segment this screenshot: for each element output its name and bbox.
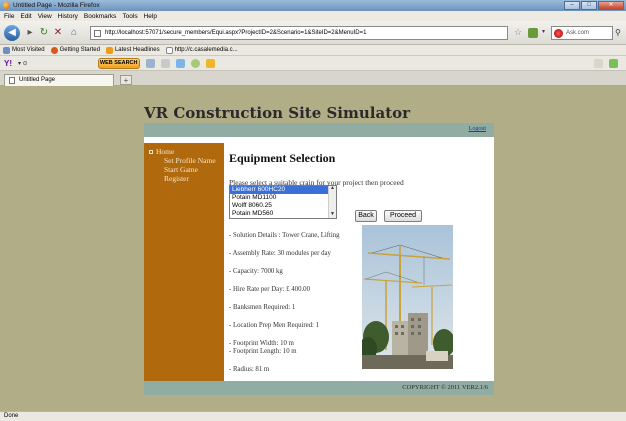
sidebar-item-start-game[interactable]: Start Game [149, 165, 219, 174]
sidebar-menu: Home Set Profile Name Start Game Registe… [144, 143, 224, 381]
page-viewport: VR Construction Site Simulator Logout Ho… [0, 86, 626, 411]
stop-icon[interactable]: ✕ [52, 27, 64, 39]
ask-search-icon [554, 29, 563, 38]
copyright-text: COPYRIGHT © 2011 VER2.1/6 [402, 384, 488, 391]
getting-started-icon [50, 46, 58, 54]
header-strip: Logout [144, 123, 494, 137]
bookmark-casalemedia[interactable]: http://c.casalemedia.c... [165, 46, 238, 54]
menu-view[interactable]: View [38, 13, 52, 20]
yahoo-logo-icon[interactable]: Y! [4, 59, 12, 68]
detail-radius: - Radius: 81 m [229, 366, 270, 373]
toolbar-green-icon[interactable] [609, 58, 618, 68]
crane-photo [362, 225, 453, 369]
crane-option[interactable]: Wolff 8060.25 [230, 202, 328, 210]
page-heading: Equipment Selection [229, 151, 336, 165]
toolbar-screen-icon[interactable] [175, 58, 185, 68]
status-bar: Done [0, 411, 626, 421]
firefox-icon [3, 2, 10, 9]
menu-tools[interactable]: Tools [122, 13, 137, 20]
reload-icon[interactable]: ↻ [38, 27, 50, 39]
scroll-down-icon[interactable]: ▼ [329, 212, 336, 218]
crane-select-list[interactable]: Liebherr 600HC20 Potain MD1100 Wolff 806… [229, 185, 337, 219]
window-titlebar: Untitled Page - Mozilla Firefox – □ ✕ [0, 0, 626, 11]
toolbar-globe-icon[interactable] [190, 58, 200, 68]
logout-link[interactable]: Logout [469, 126, 486, 132]
detail-footprint-width: - Footprint Width: 10 m [229, 340, 294, 347]
window-controls: – □ ✕ [563, 1, 624, 10]
bookmark-star-icon[interactable]: ☆ [514, 27, 522, 38]
address-bar[interactable]: http://localhost:57071/secure_members/Eq… [90, 26, 508, 40]
dropdown-arrow-icon[interactable]: ▾ [542, 28, 545, 35]
minimize-button[interactable]: – [564, 1, 580, 10]
page-icon [94, 30, 101, 37]
menu-history[interactable]: History [58, 13, 78, 20]
close-button[interactable]: ✕ [598, 1, 624, 10]
expand-box-icon [149, 149, 153, 154]
menu-bookmarks[interactable]: Bookmarks [84, 13, 117, 20]
navigation-toolbar: ◀ ▸ ↻ ✕ ⌂ http://localhost:57071/secure_… [0, 21, 626, 45]
site-icon[interactable] [528, 28, 538, 38]
sidebar-item-register[interactable]: Register [149, 174, 219, 183]
back-arrow-icon[interactable]: ◀ [4, 25, 20, 41]
menu-bar: File Edit View History Bookmarks Tools H… [0, 11, 626, 21]
page-icon [165, 46, 173, 54]
site-container: Logout Home Set Profile Name Start Game … [144, 123, 494, 410]
toolbar-mail-icon[interactable] [145, 58, 155, 68]
search-box[interactable]: Ask.com [551, 26, 613, 40]
crane-option[interactable]: Liebherr 600HC20 [230, 186, 328, 194]
bookmark-latest-headlines[interactable]: Latest Headlines [105, 46, 160, 54]
menu-edit[interactable]: Edit [20, 13, 31, 20]
bookmark-most-visited[interactable]: Most Visited [3, 46, 45, 54]
sidebar-item-home[interactable]: Home [149, 147, 219, 156]
menu-file[interactable]: File [4, 13, 14, 20]
toolbar-right-icon[interactable] [594, 58, 603, 68]
window-title: Untitled Page - Mozilla Firefox [13, 2, 100, 9]
rss-icon [105, 46, 113, 54]
sidebar-item-label: Home [156, 147, 175, 156]
toolbar-page-icon[interactable] [160, 58, 170, 68]
bookmark-label: Most Visited [12, 47, 45, 53]
yahoo-dropdown-icon[interactable]: ▾ ⊙ [18, 60, 28, 67]
maximize-button[interactable]: □ [581, 1, 597, 10]
search-magnifier-icon[interactable]: ⚲ [615, 26, 626, 40]
bookmark-label: Getting Started [59, 47, 100, 53]
bookmark-label: http://c.casalemedia.c... [174, 47, 238, 53]
home-icon[interactable]: ⌂ [68, 27, 80, 39]
proceed-button[interactable]: Proceed [384, 210, 422, 222]
web-search-button[interactable]: WEB SEARCH [97, 57, 140, 69]
detail-capacity: - Capacity: 7000 kg [229, 268, 283, 275]
new-tab-button[interactable]: + [120, 75, 132, 85]
bookmark-label: Latest Headlines [114, 47, 160, 53]
detail-assembly-rate: - Assembly Rate: 30 modules per day [229, 250, 331, 257]
footer: COPYRIGHT © 2011 VER2.1/6 [144, 381, 494, 395]
detail-hire-rate: - Hire Rate per Day: £ 400.00 [229, 286, 310, 293]
menu-help[interactable]: Help [144, 13, 157, 20]
scroll-up-icon[interactable]: ▲ [329, 186, 336, 192]
detail-prep-men: - Location Prep Men Required: 1 [229, 322, 320, 329]
back-button[interactable]: Back [355, 210, 377, 222]
toolbar-games-icon[interactable] [205, 58, 215, 68]
forward-arrow-icon[interactable]: ▸ [24, 27, 36, 39]
page-icon [9, 77, 15, 84]
crane-option[interactable]: Potain MD1100 [230, 194, 328, 202]
sidebar-item-set-profile-name[interactable]: Set Profile Name [149, 156, 219, 165]
detail-banksmen: - Banksmen Required: 1 [229, 304, 296, 311]
most-visited-icon [3, 46, 10, 54]
tab-strip: Untitled Page + [0, 71, 626, 86]
address-controls: ☆ ▾ [512, 26, 552, 40]
detail-footprint-length: - Footprint Length: 10 m [229, 348, 297, 355]
search-placeholder: Ask.com [566, 30, 590, 36]
crane-option[interactable]: Potain MD560 [230, 210, 328, 218]
main-content: Equipment Selection Please select a suit… [224, 143, 494, 381]
tab-untitled-page[interactable]: Untitled Page [4, 74, 114, 86]
bookmark-getting-started[interactable]: Getting Started [50, 46, 100, 54]
list-scrollbar[interactable]: ▲ ▼ [328, 186, 336, 218]
address-text: http://localhost:57071/secure_members/Eq… [105, 30, 367, 36]
yahoo-toolbar: Y! ▾ ⊙ WEB SEARCH [0, 56, 626, 71]
detail-solution: - Solution Details : Tower Crane, Liftin… [229, 232, 340, 239]
bookmarks-toolbar: Most Visited Getting Started Latest Head… [0, 45, 626, 56]
crane-details: - Solution Details : Tower Crane, Liftin… [229, 232, 359, 374]
site-title: VR Construction Site Simulator [144, 104, 411, 122]
tab-label: Untitled Page [19, 77, 56, 83]
